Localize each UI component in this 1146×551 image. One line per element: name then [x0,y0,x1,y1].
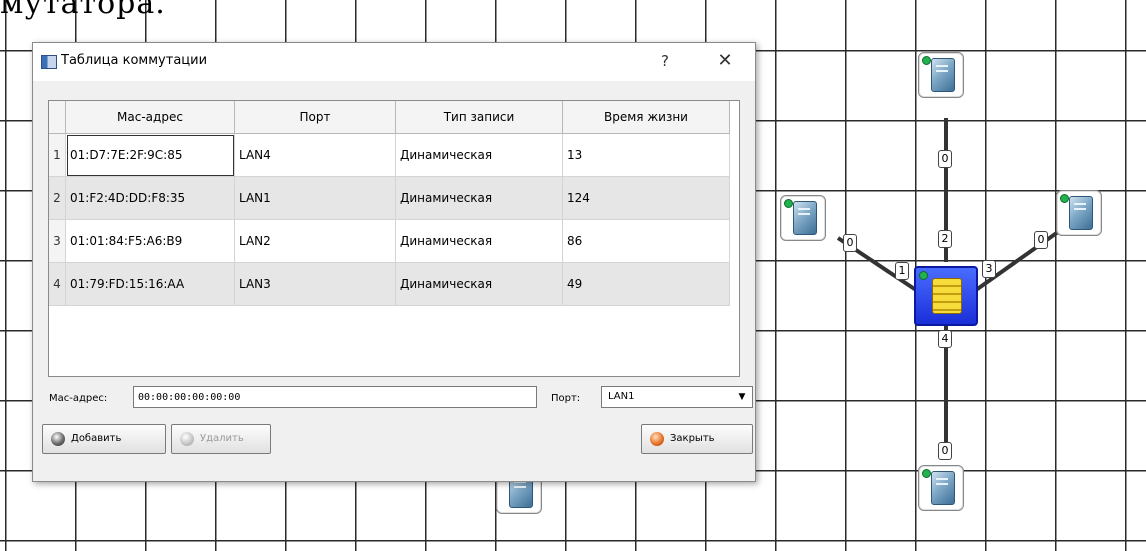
host-bottom[interactable] [918,465,964,511]
computer-icon [931,58,955,92]
table-row[interactable]: 1 01:D7:7E:2F:9C:85 LAN4 Динамическая 13 [49,133,730,177]
switch-icon [932,278,962,314]
table-row[interactable]: 3 01:01:84:F5:A6:B9 LAN2 Динамическая 86 [49,219,730,263]
cell-ttl[interactable]: 124 [562,176,730,220]
cell-ttl[interactable]: 86 [562,219,730,263]
table-header: Мас-адрес Порт Тип записи Время жизни [49,101,730,134]
port-label-host-left: 0 [843,234,857,252]
row-number-header [49,101,66,134]
switch-port-1: 1 [895,262,909,280]
switch-node[interactable] [914,266,978,326]
switch-port-3: 3 [982,260,996,278]
switch-port-2: 2 [938,230,952,248]
computer-icon [931,471,955,505]
help-button[interactable]: ? [655,51,675,71]
row-number: 3 [49,219,66,263]
delete-button-label: Удалить [200,433,244,444]
cell-port[interactable]: LAN1 [234,176,396,220]
status-led-icon [922,469,931,478]
switching-table[interactable]: Мас-адрес Порт Тип записи Время жизни 1 … [48,100,740,377]
host-left[interactable] [780,195,826,241]
cell-ttl[interactable]: 49 [562,262,730,306]
mac-address-label: Мас-адрес: [49,393,108,404]
switching-table-dialog: Таблица коммутации ? ✕ Мас-адрес Порт Ти… [32,42,756,482]
port-label: Порт: [551,393,581,404]
cell-type[interactable]: Динамическая [395,262,563,306]
add-button-label: Добавить [71,433,122,444]
column-header-type[interactable]: Тип записи [395,101,563,134]
table-icon [41,55,57,69]
close-button-label: Закрыть [670,433,715,444]
cell-mac[interactable]: 01:F2:4D:DD:F8:35 [65,176,235,220]
table-row[interactable]: 2 01:F2:4D:DD:F8:35 LAN1 Динамическая 12… [49,176,730,220]
cell-port[interactable]: LAN3 [234,262,396,306]
status-led-icon [1060,194,1069,203]
chevron-down-icon[interactable]: ▼ [734,389,750,405]
port-label-host-bottom: 0 [938,442,952,460]
cell-port[interactable]: LAN2 [234,219,396,263]
status-led-icon [919,271,928,280]
row-number: 4 [49,262,66,306]
host-right[interactable] [1056,190,1102,236]
computer-icon [1069,196,1093,230]
row-number: 2 [49,176,66,220]
port-label-host-right: 0 [1034,231,1048,249]
column-header-mac[interactable]: Мас-адрес [65,101,235,134]
host-top[interactable] [918,52,964,98]
column-header-port[interactable]: Порт [234,101,396,134]
close-button[interactable]: Закрыть [641,424,753,454]
table-row[interactable]: 4 01:79:FD:15:16:AA LAN3 Динамическая 49 [49,262,730,306]
cell-ttl[interactable]: 13 [562,133,730,177]
dialog-title: Таблица коммутации [61,53,208,68]
computer-icon [793,201,817,235]
port-select-value: LAN1 [608,391,635,402]
dialog-titlebar[interactable]: Таблица коммутации ? ✕ [33,43,755,81]
column-header-ttl[interactable]: Время жизни [562,101,730,134]
add-icon [51,432,65,446]
close-circle-icon [650,432,664,446]
cell-mac[interactable]: 01:01:84:F5:A6:B9 [65,219,235,263]
cell-type[interactable]: Динамическая [395,133,563,177]
port-label-host-top: 0 [938,150,952,168]
mac-address-input[interactable] [133,386,537,408]
cell-mac[interactable]: 01:79:FD:15:16:AA [65,262,235,306]
delete-icon [180,432,194,446]
cell-type[interactable]: Динамическая [395,176,563,220]
port-select[interactable]: LAN1 ▼ [601,386,753,408]
delete-button[interactable]: Удалить [171,424,271,454]
status-led-icon [922,56,931,65]
cell-type[interactable]: Динамическая [395,219,563,263]
row-number: 1 [49,133,66,177]
status-led-icon [784,199,793,208]
cell-port[interactable]: LAN4 [234,133,396,177]
add-button[interactable]: Добавить [42,424,166,454]
cell-mac[interactable]: 01:D7:7E:2F:9C:85 [65,133,235,177]
close-icon[interactable]: ✕ [713,49,737,73]
switch-port-4: 4 [938,330,952,348]
